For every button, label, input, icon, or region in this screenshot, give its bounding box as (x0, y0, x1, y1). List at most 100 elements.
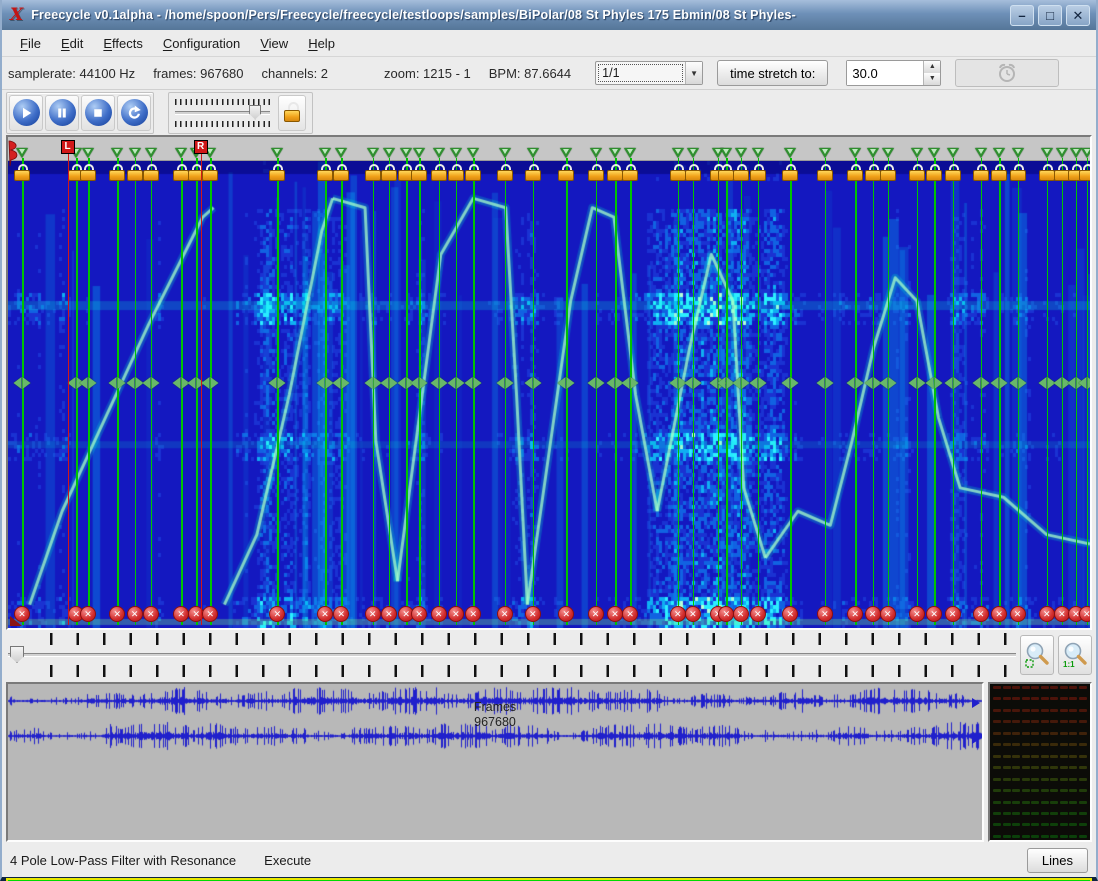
slice-marker-triangle-icon[interactable] (1056, 148, 1068, 158)
slice-delete-icon[interactable]: ✕ (497, 606, 513, 622)
slice-lock-icon[interactable] (410, 164, 428, 181)
slice-marker-triangle-icon[interactable] (752, 148, 764, 158)
slice-diamond-handles[interactable] (333, 377, 350, 389)
slice-lock-icon[interactable] (816, 164, 834, 181)
spin-up-icon[interactable]: ▲ (924, 61, 940, 73)
slice-delete-icon[interactable]: ✕ (782, 606, 798, 622)
slice-delete-icon[interactable]: ✕ (317, 606, 333, 622)
menu-item-edit[interactable]: Edit (51, 33, 93, 54)
slice-lock-icon[interactable] (496, 164, 514, 181)
time-stretch-button[interactable]: time stretch to: (717, 60, 828, 86)
slice-marker-triangle-icon[interactable] (383, 148, 395, 158)
loop-start-line[interactable] (68, 152, 70, 625)
slice-delete-icon[interactable]: ✕ (1079, 606, 1092, 622)
slice-delete-icon[interactable]: ✕ (127, 606, 143, 622)
slice-lock-icon[interactable] (990, 164, 1008, 181)
slice-delete-icon[interactable]: ✕ (558, 606, 574, 622)
menu-item-help[interactable]: Help (298, 33, 345, 54)
slice-delete-icon[interactable]: ✕ (173, 606, 189, 622)
slice-diamond-handles[interactable] (1009, 377, 1026, 389)
slice-marker-triangle-icon[interactable] (271, 148, 283, 158)
slice-marker-triangle-icon[interactable] (911, 148, 923, 158)
slice-lock-icon[interactable] (925, 164, 943, 181)
slice-marker-triangle-icon[interactable] (319, 148, 331, 158)
slice-diamond-handles[interactable] (364, 377, 381, 389)
slice-diamond-handles[interactable] (430, 377, 447, 389)
slice-marker-triangle-icon[interactable] (175, 148, 187, 158)
slice-delete-icon[interactable]: ✕ (973, 606, 989, 622)
slice-marker-triangle-icon[interactable] (129, 148, 141, 158)
loop-end-label[interactable]: R (194, 140, 208, 154)
slice-diamond-handles[interactable] (317, 377, 334, 389)
spectrogram-canvas[interactable] (8, 161, 1090, 628)
slice-marker-triangle-icon[interactable] (16, 148, 28, 158)
slice-delete-icon[interactable]: ✕ (865, 606, 881, 622)
menu-item-configuration[interactable]: Configuration (153, 33, 250, 54)
slice-diamond-handles[interactable] (465, 377, 482, 389)
slice-delete-icon[interactable]: ✕ (588, 606, 604, 622)
slice-delete-icon[interactable]: ✕ (333, 606, 349, 622)
slice-marker-triangle-icon[interactable] (1012, 148, 1024, 158)
slice-diamond-handles[interactable] (749, 377, 766, 389)
slice-lock-icon[interactable] (846, 164, 864, 181)
close-button[interactable]: ✕ (1066, 5, 1090, 26)
slice-diamond-handles[interactable] (496, 377, 513, 389)
slice-diamond-handles[interactable] (558, 377, 575, 389)
slice-delete-icon[interactable]: ✕ (202, 606, 218, 622)
slice-diamond-handles[interactable] (684, 377, 701, 389)
slice-marker-triangle-icon[interactable] (335, 148, 347, 158)
spin-down-icon[interactable]: ▼ (924, 73, 940, 85)
slice-delete-icon[interactable]: ✕ (365, 606, 381, 622)
slice-marker-triangle-icon[interactable] (993, 148, 1005, 158)
slice-delete-icon[interactable]: ✕ (733, 606, 749, 622)
slice-diamond-handles[interactable] (447, 377, 464, 389)
stretch-value-input[interactable] (847, 61, 923, 85)
slice-marker-triangle-icon[interactable] (882, 148, 894, 158)
filter-name-label[interactable]: 4 Pole Low-Pass Filter with Resonance (10, 853, 236, 868)
slice-marker-triangle-icon[interactable] (609, 148, 621, 158)
fraction-select[interactable]: 1/1 ▼ (595, 61, 703, 85)
slice-lock-icon[interactable] (732, 164, 750, 181)
slice-lock-icon[interactable] (79, 164, 97, 181)
lock-button[interactable] (278, 95, 306, 131)
slice-delete-icon[interactable]: ✕ (80, 606, 96, 622)
slice-delete-icon[interactable]: ✕ (448, 606, 464, 622)
slice-marker-triangle-icon[interactable] (433, 148, 445, 158)
slice-marker-triangle-icon[interactable] (367, 148, 379, 158)
slice-delete-icon[interactable]: ✕ (945, 606, 961, 622)
pause-button[interactable] (45, 95, 79, 131)
slice-marker-triangle-icon[interactable] (590, 148, 602, 158)
slice-diamond-handles[interactable] (782, 377, 799, 389)
slice-marker-triangle-icon[interactable] (499, 148, 511, 158)
slice-lock-icon[interactable] (464, 164, 482, 181)
play-button[interactable] (9, 95, 43, 131)
slice-diamond-handles[interactable] (879, 377, 896, 389)
spectrogram-view[interactable]: ✕✕✕✕✕✕✕✕✕✕✕✕✕✕✕✕✕✕✕✕✕✕✕✕✕✕✕✕✕✕✕✕✕✕✕✕✕✕✕✕… (6, 135, 1092, 630)
slice-diamond-handles[interactable] (80, 377, 97, 389)
slice-marker-triangle-icon[interactable] (928, 148, 940, 158)
slice-diamond-handles[interactable] (732, 377, 749, 389)
slice-diamond-handles[interactable] (202, 377, 219, 389)
maximize-button[interactable]: □ (1038, 5, 1062, 26)
slice-marker-triangle-icon[interactable] (450, 148, 462, 158)
slice-lock-icon[interactable] (430, 164, 448, 181)
slice-diamond-handles[interactable] (816, 377, 833, 389)
slice-diamond-handles[interactable] (14, 377, 31, 389)
loop-start-label[interactable]: L (61, 140, 75, 154)
slice-lock-icon[interactable] (1078, 164, 1092, 181)
slice-lock-icon[interactable] (447, 164, 465, 181)
slice-delete-icon[interactable]: ✕ (817, 606, 833, 622)
slice-diamond-handles[interactable] (524, 377, 541, 389)
lines-button[interactable]: Lines (1027, 848, 1088, 873)
zoom-fit-button[interactable] (1020, 635, 1054, 675)
slice-diamond-handles[interactable] (269, 377, 286, 389)
slice-diamond-handles[interactable] (109, 377, 126, 389)
slice-marker-triangle-icon[interactable] (1041, 148, 1053, 158)
slice-diamond-handles[interactable] (944, 377, 961, 389)
slice-lock-icon[interactable] (621, 164, 639, 181)
slice-delete-icon[interactable]: ✕ (143, 606, 159, 622)
menu-item-effects[interactable]: Effects (93, 33, 153, 54)
speed-slider[interactable] (175, 99, 270, 127)
slice-delete-icon[interactable]: ✕ (465, 606, 481, 622)
slice-lock-icon[interactable] (332, 164, 350, 181)
